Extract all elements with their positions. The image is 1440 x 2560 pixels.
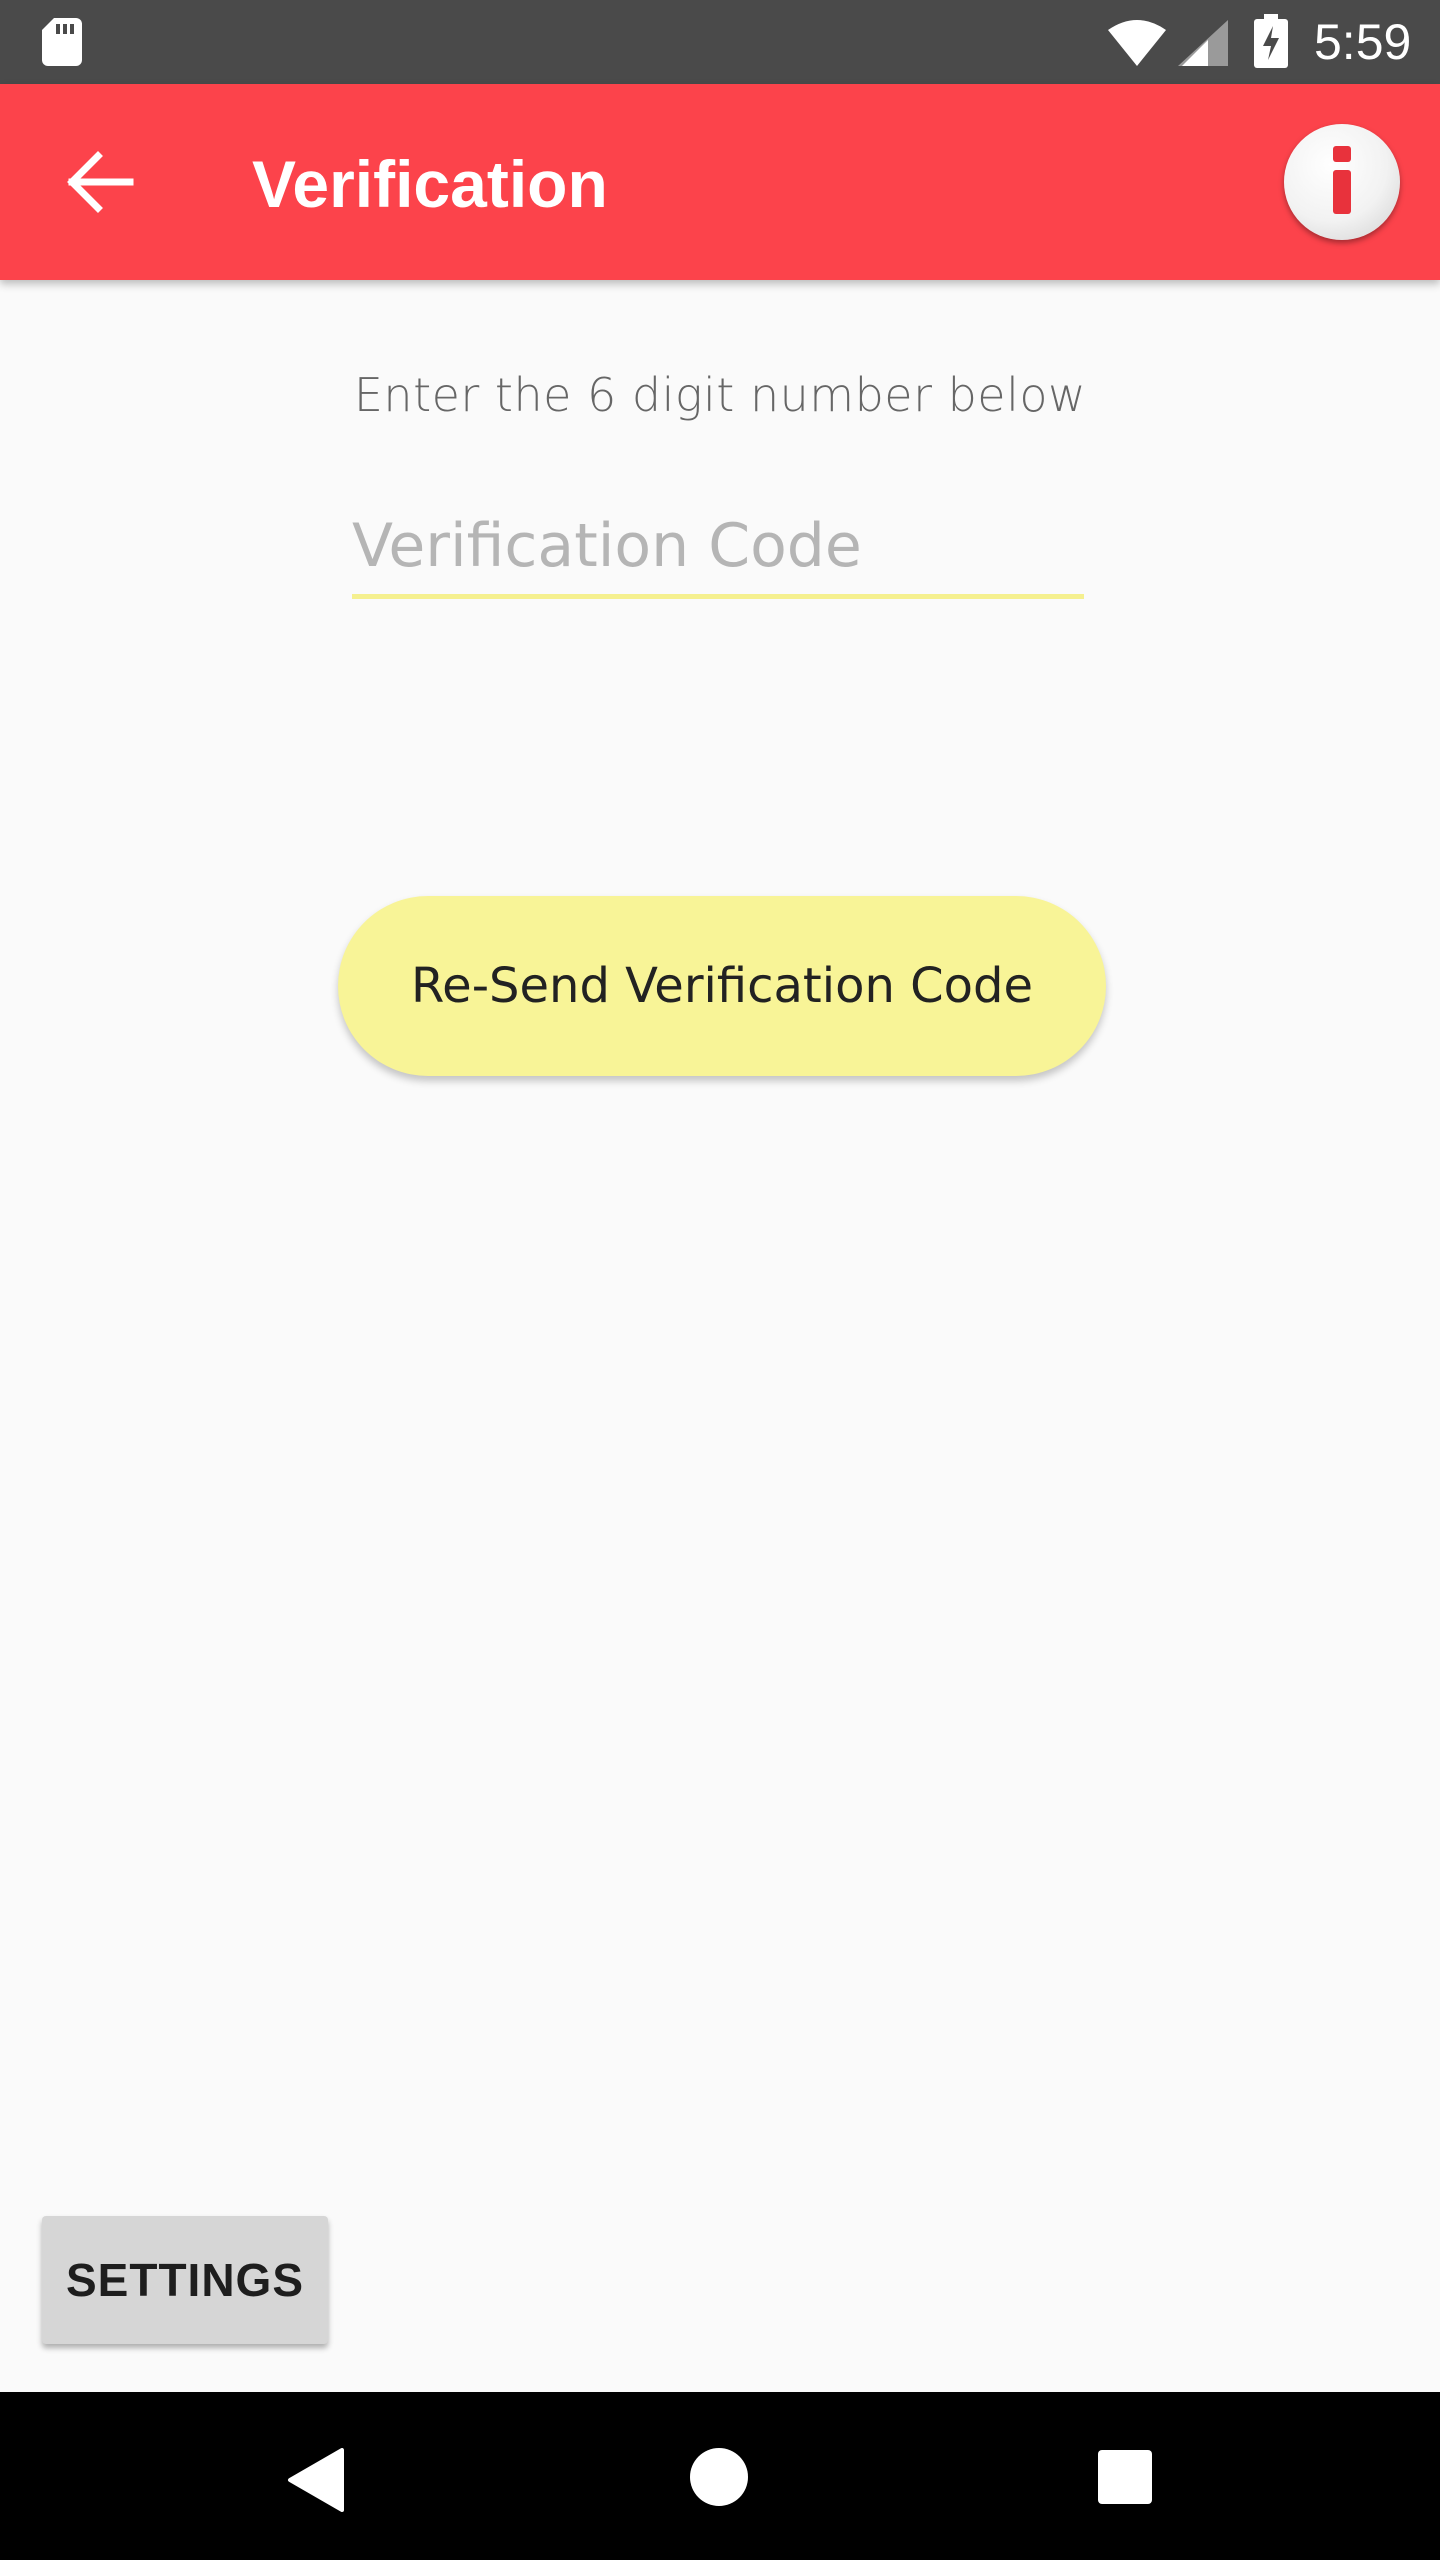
info-button[interactable]: [1284, 124, 1400, 240]
battery-charging-icon: [1254, 14, 1288, 68]
info-icon: [1333, 146, 1351, 162]
sd-card-icon: [42, 18, 82, 66]
verification-code-input[interactable]: [352, 498, 1084, 594]
info-icon-bar: [1333, 170, 1351, 214]
status-time: 5:59: [1314, 14, 1412, 70]
status-bar: 5:59: [0, 0, 1440, 84]
instruction-text: Enter the 6 digit number below: [353, 368, 1087, 422]
back-button[interactable]: [50, 132, 150, 232]
nav-home-icon[interactable]: [690, 2448, 748, 2506]
nav-back-icon[interactable]: [286, 2448, 346, 2512]
cell-signal-icon: [1178, 20, 1228, 66]
settings-button[interactable]: SETTINGS: [42, 2216, 328, 2344]
wifi-icon: [1108, 20, 1166, 66]
app-bar: Verification: [0, 84, 1440, 280]
verification-code-field: [352, 498, 1084, 599]
system-nav-bar: [0, 2392, 1440, 2560]
page-title: Verification: [252, 147, 608, 221]
arrow-back-icon: [67, 151, 134, 213]
nav-recents-icon[interactable]: [1098, 2450, 1152, 2504]
resend-code-button[interactable]: Re-Send Verification Code: [338, 896, 1106, 1076]
